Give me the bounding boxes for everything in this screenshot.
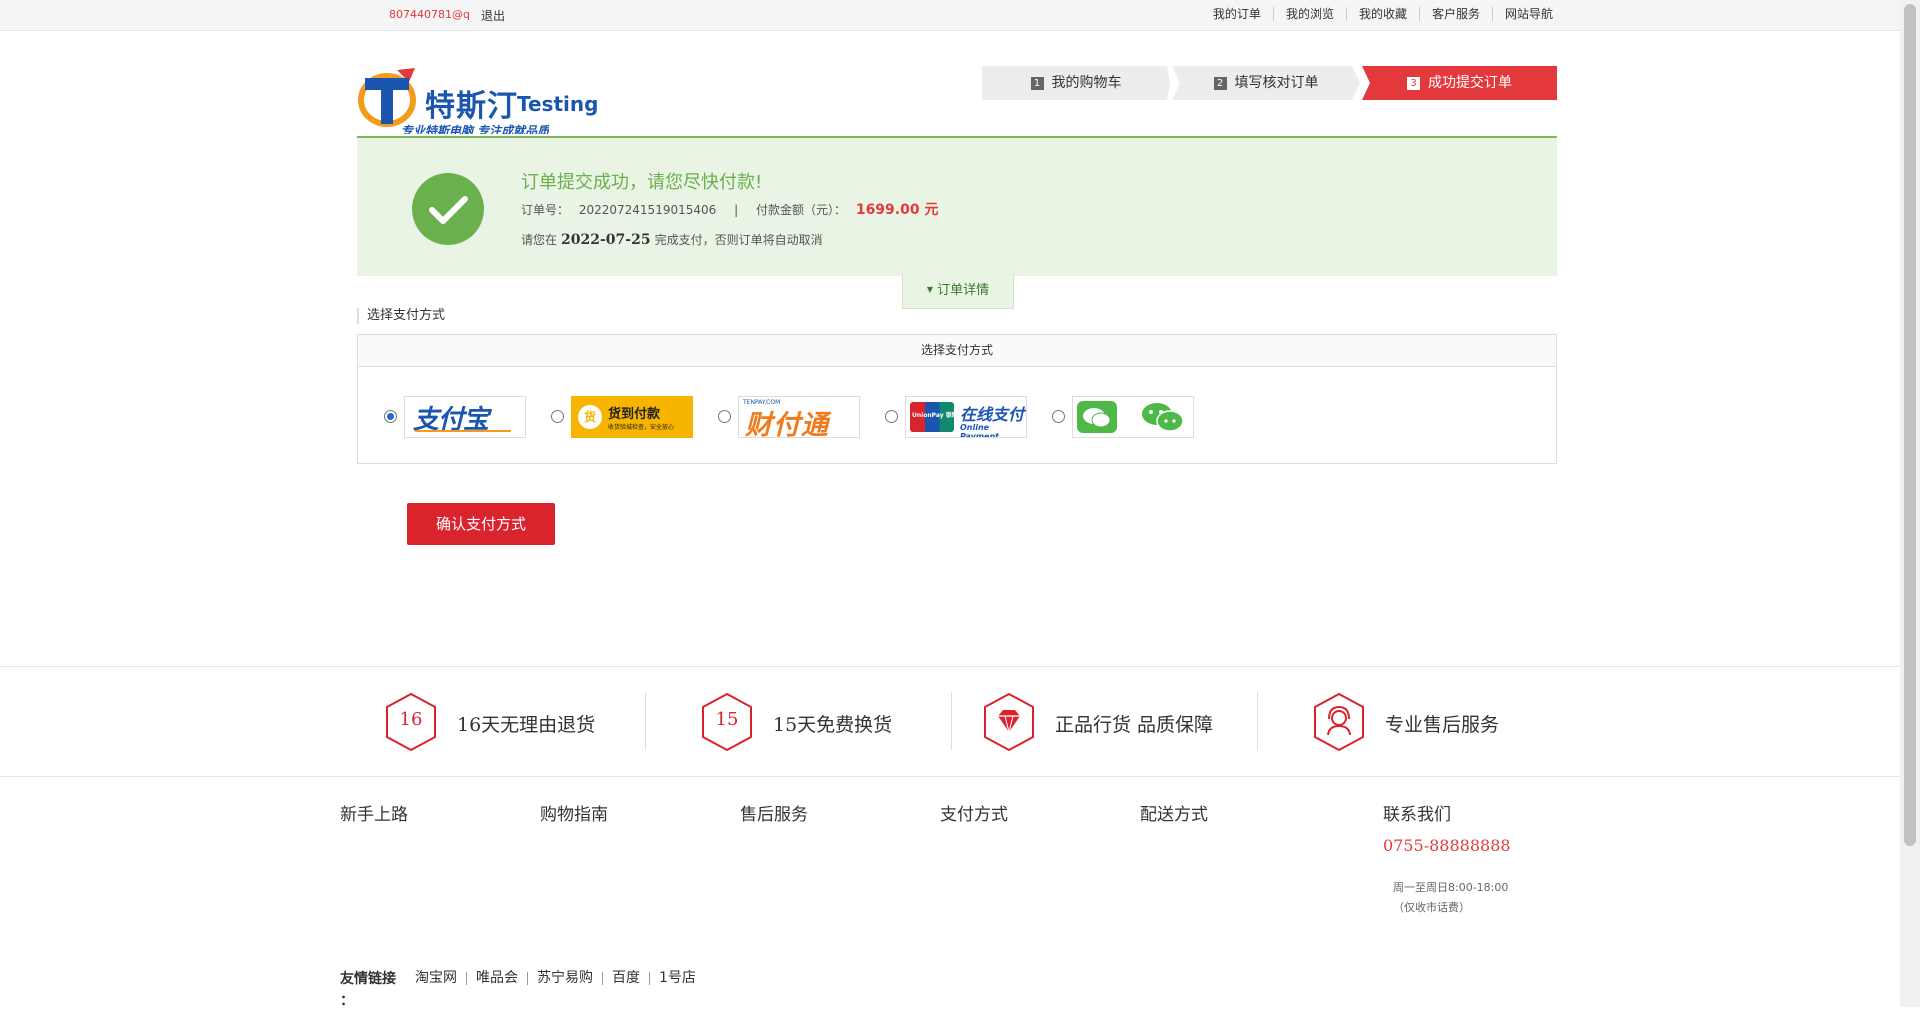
customer-service-link[interactable]: 客户服务 (1420, 7, 1493, 21)
contact-hours: 周一至周日8:00-18:00 （仅收市话费） (1393, 878, 1508, 918)
service-label: 正品行货 品质保障 (1055, 714, 1214, 736)
scrollbar-thumb[interactable] (1904, 4, 1916, 846)
payment-box-title: 选择支付方式 (358, 335, 1556, 367)
step-label: 填写核对订单 (1234, 75, 1319, 91)
service-divider (951, 692, 952, 750)
cod-logo[interactable]: 货 货到付款 收货验城检查，安全放心 (571, 396, 693, 438)
order-number-label: 订单号： (521, 203, 570, 217)
order-number: 202207241519015406 (578, 203, 717, 217)
summary-separator: | (734, 203, 739, 217)
friend-links: 友情链接 淘宝网 唯品会 苏宁易购 百度 1号店 (340, 968, 705, 988)
logout-link[interactable]: 退出 (481, 7, 505, 24)
deadline-date: 2022-07-25 (561, 232, 651, 248)
friend-link-taobao[interactable]: 淘宝网 (406, 971, 467, 985)
tenpay-radio[interactable] (718, 410, 731, 423)
friend-link-vip[interactable]: 唯品会 (467, 971, 528, 985)
checkout-steps: 1 我的购物车 2 填写核对订单 3 成功提交订单 (982, 66, 1557, 100)
top-bar: 807440781@q 退出 我的订单 我的浏览 我的收藏 客户服务 网站导航 (0, 0, 1900, 31)
service-label: 16天无理由退货 (457, 714, 596, 736)
success-check-icon (412, 173, 484, 245)
friend-links-colon: ： (340, 993, 354, 1009)
deadline-suffix: 完成支付，否则订单将自动取消 (654, 233, 823, 247)
services-bottom-divider (0, 776, 1900, 777)
alipay-radio[interactable] (384, 410, 397, 423)
logo-brand-cn: 特斯汀 (425, 89, 518, 124)
services-top-divider (0, 666, 1900, 667)
friend-link-yhd[interactable]: 1号店 (650, 971, 705, 985)
tenpay-logo-text: 财付通 (745, 410, 829, 438)
confirm-payment-button[interactable]: 确认支付方式 (407, 503, 555, 545)
cod-radio[interactable] (551, 410, 564, 423)
payment-section-title: 选择支付方式 (357, 308, 445, 324)
my-favorites-link[interactable]: 我的收藏 (1347, 7, 1420, 21)
unionpay-logo[interactable]: UnionPay 银联 在线支付 Online Payment (905, 396, 1027, 438)
logo-slogan: 专业特斯电脑 专注成就品质 (401, 124, 550, 134)
footer-col-beginner[interactable]: 新手上路 (340, 800, 408, 825)
step-number: 2 (1213, 77, 1227, 90)
wechat-logo[interactable] (1072, 396, 1194, 438)
step-cart: 1 我的购物车 (982, 66, 1170, 100)
service-badge-number: 16 (399, 709, 423, 730)
wechat-radio[interactable] (1052, 410, 1065, 423)
contact-hours-note: （仅收市话费） (1393, 901, 1470, 914)
service-label: 15天免费换货 (773, 714, 893, 736)
service-divider (645, 692, 646, 750)
username-link[interactable]: 807440781@q (389, 8, 470, 21)
footer-contact-title: 联系我们 (1383, 805, 1451, 825)
cod-logo-text: 货到付款 (608, 407, 661, 422)
payment-deadline: 请您在 2022-07-25 完成支付，否则订单将自动取消 (521, 231, 823, 248)
step-order-submitted: 3 成功提交订单 (1362, 66, 1557, 100)
step-number: 1 (1030, 77, 1044, 90)
unionpay-logo-text: 在线支付 (960, 405, 1025, 424)
success-title: 订单提交成功，请您尽快付款! (521, 172, 763, 193)
order-details-toggle[interactable]: ▼ 订单详情 (902, 274, 1014, 309)
contact-phone: 0755-88888888 (1383, 836, 1511, 855)
footer-col-shopping-guide[interactable]: 购物指南 (540, 800, 608, 825)
diamond-icon (984, 692, 1034, 752)
friend-link-baidu[interactable]: 百度 (603, 971, 650, 985)
alipay-underline (415, 430, 511, 432)
cod-coin-icon: 货 (578, 405, 602, 429)
order-success-panel: 订单提交成功，请您尽快付款! 订单号： 202207241519015406 |… (357, 136, 1557, 276)
footer-col-delivery[interactable]: 配送方式 (1140, 800, 1208, 825)
footer-col-payment[interactable]: 支付方式 (940, 800, 1008, 825)
service-divider (1257, 692, 1258, 750)
unionpay-logo-sub: Online Payment (960, 423, 999, 438)
site-logo[interactable]: 特斯汀 Testing 专业特斯电脑 专注成就品质 (357, 64, 599, 136)
friend-link-suning[interactable]: 苏宁易购 (528, 971, 603, 985)
tenpay-logo[interactable]: TENPAY.COM 财付通 (738, 396, 860, 438)
unionpay-radio[interactable] (885, 410, 898, 423)
contact-hours-time: 周一至周日8:00-18:00 (1393, 881, 1509, 894)
wechat-app-icon (1077, 401, 1117, 433)
top-links: 我的订单 我的浏览 我的收藏 客户服务 网站导航 (1201, 7, 1553, 21)
my-orders-link[interactable]: 我的订单 (1201, 7, 1274, 21)
amount-label: 付款金额（元）： (755, 203, 846, 217)
alipay-logo[interactable]: 支付宝 (404, 396, 526, 438)
site-nav-link[interactable]: 网站导航 (1493, 7, 1553, 21)
payment-amount: 1699.00 元 (855, 202, 939, 218)
service-badge-number: 15 (715, 709, 739, 730)
order-details-label: 订单详情 (937, 283, 990, 298)
step-number: 3 (1407, 77, 1420, 90)
payment-methods-box: 选择支付方式 支付宝 货 货到付款 收货验城检查，安全放心 TENPAY.COM… (357, 334, 1557, 464)
service-label: 专业售后服务 (1385, 714, 1500, 736)
deadline-prefix: 请您在 (521, 233, 558, 247)
logo-brand-en: Testing (517, 92, 599, 116)
caret-down-icon: ▼ (926, 285, 934, 294)
headset-icon (1314, 692, 1364, 752)
step-verify-order: 2 填写核对订单 (1172, 66, 1360, 100)
wechat-bubble-icon (1137, 401, 1189, 433)
footer-col-after-sales[interactable]: 售后服务 (740, 800, 808, 825)
order-summary: 订单号： 202207241519015406 | 付款金额（元）： 1699.… (521, 199, 938, 219)
step-label: 我的购物车 (1051, 75, 1122, 91)
step-label: 成功提交订单 (1428, 75, 1512, 91)
unionpay-badge-text: UnionPay 银联 (912, 412, 958, 419)
my-history-link[interactable]: 我的浏览 (1274, 7, 1347, 21)
cod-logo-sub: 收货验城检查，安全放心 (608, 424, 675, 431)
friend-links-title: 友情链接 (340, 971, 396, 987)
